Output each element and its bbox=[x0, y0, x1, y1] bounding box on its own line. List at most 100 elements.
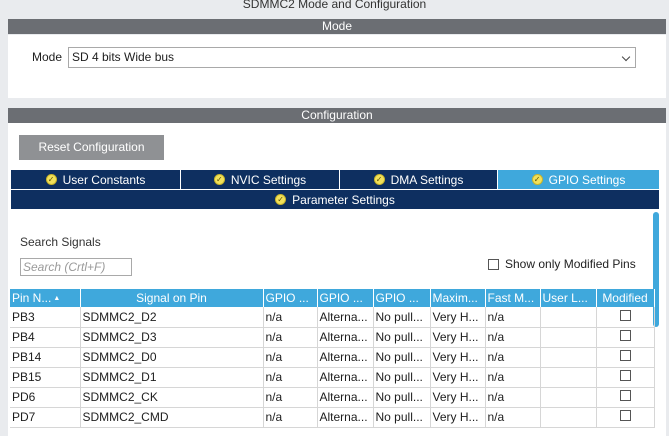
modified-checkbox[interactable] bbox=[619, 410, 631, 421]
tab-gpio-settings[interactable]: ✓ GPIO Settings bbox=[498, 170, 659, 189]
column-header-gpio-mode[interactable]: GPIO ... bbox=[317, 289, 374, 307]
modified-checkbox[interactable] bbox=[619, 350, 631, 361]
tab-label: User Constants bbox=[62, 172, 146, 187]
gpio-signals-table: Pin N... ▲ Signal on Pin GPIO ... GPIO ..… bbox=[10, 289, 655, 428]
mode-panel: Mode SD 4 bits Wide bus bbox=[8, 35, 666, 98]
column-header-modified[interactable]: Modified bbox=[596, 289, 655, 307]
cell-fast-mode: n/a bbox=[485, 327, 541, 348]
column-header-pin-name[interactable]: Pin N... ▲ bbox=[10, 289, 81, 307]
cell-signal: SDMMC2_CMD bbox=[80, 407, 264, 428]
tab-label: NVIC Settings bbox=[230, 172, 307, 187]
cell-modified bbox=[596, 327, 655, 348]
mode-select[interactable]: SD 4 bits Wide bus bbox=[68, 47, 636, 68]
configuration-panel: Reset Configuration ✓ User Constants ✓ N… bbox=[8, 123, 666, 436]
column-header-gpio-pull[interactable]: GPIO ... bbox=[373, 289, 431, 307]
check-circle-icon: ✓ bbox=[45, 174, 57, 185]
cell-gpio-output: n/a bbox=[263, 307, 318, 328]
search-signals-label: Search Signals bbox=[20, 235, 101, 249]
check-circle-icon: ✓ bbox=[531, 174, 543, 185]
cell-max-speed: Very H... bbox=[430, 387, 486, 408]
cell-modified bbox=[596, 367, 655, 388]
mode-section-header: Mode bbox=[8, 19, 666, 34]
cell-user-label bbox=[540, 407, 597, 428]
cell-user-label bbox=[540, 327, 597, 348]
cell-gpio-output: n/a bbox=[263, 367, 318, 388]
table-row[interactable]: PB4 SDMMC2_D3 n/a Alterna... No pull... … bbox=[10, 327, 655, 348]
mode-select-value: SD 4 bits Wide bus bbox=[72, 50, 175, 64]
cell-gpio-output: n/a bbox=[263, 407, 318, 428]
cell-pin: PB3 bbox=[10, 307, 81, 328]
column-header-gpio-output[interactable]: GPIO ... bbox=[263, 289, 318, 307]
tab-user-constants[interactable]: ✓ User Constants bbox=[11, 170, 181, 189]
cell-fast-mode: n/a bbox=[485, 367, 541, 388]
cell-max-speed: Very H... bbox=[430, 327, 486, 348]
modified-checkbox[interactable] bbox=[619, 309, 631, 321]
cell-pin: PB15 bbox=[10, 367, 81, 388]
cell-gpio-output: n/a bbox=[263, 387, 318, 408]
modified-checkbox[interactable] bbox=[619, 390, 631, 401]
cell-gpio-pull: No pull... bbox=[373, 407, 431, 428]
cell-signal: SDMMC2_D2 bbox=[80, 307, 264, 328]
mode-label: Mode bbox=[32, 50, 63, 64]
cell-gpio-pull: No pull... bbox=[373, 367, 431, 388]
window-title: SDMMC2 Mode and Configuration bbox=[242, 0, 427, 11]
column-header-fast-mode[interactable]: Fast M... bbox=[485, 289, 541, 307]
show-modified-toggle[interactable]: Show only Modified Pins bbox=[488, 257, 636, 271]
cell-gpio-output: n/a bbox=[263, 327, 318, 348]
cell-user-label bbox=[540, 367, 597, 388]
tab-label: Parameter Settings bbox=[292, 192, 395, 207]
cell-gpio-output: n/a bbox=[263, 347, 318, 368]
column-header-max-speed[interactable]: Maxim... bbox=[430, 289, 486, 307]
tab-parameter-settings[interactable]: ✓ Parameter Settings bbox=[11, 190, 659, 209]
cell-gpio-mode: Alterna... bbox=[317, 307, 374, 328]
modified-checkbox[interactable] bbox=[619, 330, 631, 341]
cell-modified bbox=[596, 347, 655, 368]
cell-modified bbox=[596, 387, 655, 408]
cell-user-label bbox=[540, 387, 597, 408]
tab-dma-settings[interactable]: ✓ DMA Settings bbox=[340, 170, 498, 189]
cell-pin: PB14 bbox=[10, 347, 81, 368]
cell-max-speed: Very H... bbox=[430, 367, 486, 388]
table-row[interactable]: PB3 SDMMC2_D2 n/a Alterna... No pull... … bbox=[10, 307, 655, 328]
cell-gpio-mode: Alterna... bbox=[317, 347, 374, 368]
cell-modified bbox=[596, 307, 655, 328]
cell-signal: SDMMC2_CK bbox=[80, 387, 264, 408]
show-modified-label: Show only Modified Pins bbox=[505, 257, 636, 271]
cell-gpio-pull: No pull... bbox=[373, 307, 431, 328]
table-header-row: Pin N... ▲ Signal on Pin GPIO ... GPIO ..… bbox=[10, 289, 655, 307]
cell-gpio-mode: Alterna... bbox=[317, 387, 374, 408]
cell-modified bbox=[596, 407, 655, 428]
sort-up-icon: ▲ bbox=[53, 295, 61, 303]
cell-max-speed: Very H... bbox=[430, 407, 486, 428]
cell-max-speed: Very H... bbox=[430, 347, 486, 368]
show-modified-checkbox[interactable] bbox=[488, 258, 499, 270]
configuration-section-header: Configuration bbox=[8, 108, 666, 123]
cell-signal: SDMMC2_D1 bbox=[80, 367, 264, 388]
cell-fast-mode: n/a bbox=[485, 347, 541, 368]
column-header-user-label[interactable]: User L... bbox=[540, 289, 597, 307]
column-header-signal[interactable]: Signal on Pin bbox=[80, 289, 264, 307]
table-row[interactable]: PD7 SDMMC2_CMD n/a Alterna... No pull...… bbox=[10, 407, 655, 428]
settings-tabs: ✓ User Constants ✓ NVIC Settings ✓ DMA S… bbox=[11, 170, 659, 189]
cell-fast-mode: n/a bbox=[485, 407, 541, 428]
table-row[interactable]: PB15 SDMMC2_D1 n/a Alterna... No pull...… bbox=[10, 367, 655, 388]
tab-label: DMA Settings bbox=[390, 172, 464, 187]
cell-gpio-mode: Alterna... bbox=[317, 327, 374, 348]
search-input[interactable]: Search (Crtl+F) bbox=[20, 258, 132, 276]
reset-configuration-button[interactable]: Reset Configuration bbox=[19, 135, 164, 160]
cell-gpio-mode: Alterna... bbox=[317, 367, 374, 388]
tab-label: GPIO Settings bbox=[548, 172, 626, 187]
cell-fast-mode: n/a bbox=[485, 307, 541, 328]
tab-nvic-settings[interactable]: ✓ NVIC Settings bbox=[181, 170, 340, 189]
chevron-down-icon bbox=[621, 52, 631, 62]
table-row[interactable]: PD6 SDMMC2_CK n/a Alterna... No pull... … bbox=[10, 387, 655, 408]
cell-pin: PB4 bbox=[10, 327, 81, 348]
cell-gpio-mode: Alterna... bbox=[317, 407, 374, 428]
cell-gpio-pull: No pull... bbox=[373, 387, 431, 408]
check-circle-icon: ✓ bbox=[373, 174, 385, 185]
table-row[interactable]: PB14 SDMMC2_D0 n/a Alterna... No pull...… bbox=[10, 347, 655, 368]
cell-pin: PD7 bbox=[10, 407, 81, 428]
cell-gpio-pull: No pull... bbox=[373, 347, 431, 368]
modified-checkbox[interactable] bbox=[619, 370, 631, 381]
check-circle-icon: ✓ bbox=[213, 174, 225, 185]
